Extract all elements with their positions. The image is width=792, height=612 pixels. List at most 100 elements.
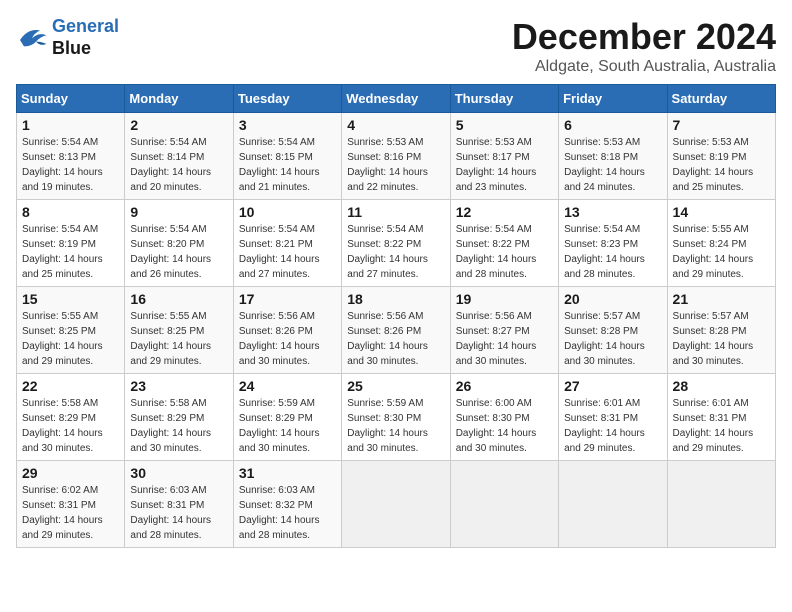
day-number: 1 — [22, 117, 119, 133]
calendar-cell — [667, 461, 775, 548]
calendar-cell: 17 Sunrise: 5:56 AM Sunset: 8:26 PM Dayl… — [233, 287, 341, 374]
calendar-header-row: SundayMondayTuesdayWednesdayThursdayFrid… — [17, 85, 776, 113]
day-number: 10 — [239, 204, 336, 220]
day-info: Sunrise: 5:56 AM Sunset: 8:27 PM Dayligh… — [456, 309, 553, 369]
calendar-cell: 24 Sunrise: 5:59 AM Sunset: 8:29 PM Dayl… — [233, 374, 341, 461]
day-number: 16 — [130, 291, 227, 307]
calendar-cell: 26 Sunrise: 6:00 AM Sunset: 8:30 PM Dayl… — [450, 374, 558, 461]
day-info: Sunrise: 6:00 AM Sunset: 8:30 PM Dayligh… — [456, 396, 553, 456]
day-info: Sunrise: 5:54 AM Sunset: 8:20 PM Dayligh… — [130, 222, 227, 282]
calendar-cell — [450, 461, 558, 548]
day-number: 19 — [456, 291, 553, 307]
calendar-title: December 2024 — [512, 16, 776, 58]
day-number: 28 — [673, 378, 770, 394]
calendar-cell: 19 Sunrise: 5:56 AM Sunset: 8:27 PM Dayl… — [450, 287, 558, 374]
day-info: Sunrise: 5:55 AM Sunset: 8:25 PM Dayligh… — [22, 309, 119, 369]
day-number: 23 — [130, 378, 227, 394]
day-number: 14 — [673, 204, 770, 220]
calendar-subtitle: Aldgate, South Australia, Australia — [512, 58, 776, 76]
calendar-body: 1 Sunrise: 5:54 AM Sunset: 8:13 PM Dayli… — [17, 113, 776, 548]
calendar-cell: 29 Sunrise: 6:02 AM Sunset: 8:31 PM Dayl… — [17, 461, 125, 548]
calendar-cell: 28 Sunrise: 6:01 AM Sunset: 8:31 PM Dayl… — [667, 374, 775, 461]
day-number: 4 — [347, 117, 444, 133]
calendar-cell: 21 Sunrise: 5:57 AM Sunset: 8:28 PM Dayl… — [667, 287, 775, 374]
header-monday: Monday — [125, 85, 233, 113]
day-number: 24 — [239, 378, 336, 394]
day-info: Sunrise: 5:53 AM Sunset: 8:19 PM Dayligh… — [673, 135, 770, 195]
day-info: Sunrise: 5:56 AM Sunset: 8:26 PM Dayligh… — [239, 309, 336, 369]
calendar-cell: 1 Sunrise: 5:54 AM Sunset: 8:13 PM Dayli… — [17, 113, 125, 200]
calendar-cell: 27 Sunrise: 6:01 AM Sunset: 8:31 PM Dayl… — [559, 374, 667, 461]
calendar-cell: 3 Sunrise: 5:54 AM Sunset: 8:15 PM Dayli… — [233, 113, 341, 200]
day-number: 20 — [564, 291, 661, 307]
calendar-cell: 5 Sunrise: 5:53 AM Sunset: 8:17 PM Dayli… — [450, 113, 558, 200]
calendar-cell: 4 Sunrise: 5:53 AM Sunset: 8:16 PM Dayli… — [342, 113, 450, 200]
day-info: Sunrise: 5:54 AM Sunset: 8:22 PM Dayligh… — [456, 222, 553, 282]
day-number: 8 — [22, 204, 119, 220]
day-info: Sunrise: 5:53 AM Sunset: 8:17 PM Dayligh… — [456, 135, 553, 195]
page-header: General Blue December 2024 Aldgate, Sout… — [16, 16, 776, 76]
day-number: 22 — [22, 378, 119, 394]
calendar-week-3: 15 Sunrise: 5:55 AM Sunset: 8:25 PM Dayl… — [17, 287, 776, 374]
day-number: 7 — [673, 117, 770, 133]
day-info: Sunrise: 5:55 AM Sunset: 8:24 PM Dayligh… — [673, 222, 770, 282]
day-info: Sunrise: 6:03 AM Sunset: 8:32 PM Dayligh… — [239, 483, 336, 543]
day-info: Sunrise: 5:54 AM Sunset: 8:14 PM Dayligh… — [130, 135, 227, 195]
day-info: Sunrise: 5:58 AM Sunset: 8:29 PM Dayligh… — [22, 396, 119, 456]
day-info: Sunrise: 5:54 AM Sunset: 8:22 PM Dayligh… — [347, 222, 444, 282]
calendar-cell: 23 Sunrise: 5:58 AM Sunset: 8:29 PM Dayl… — [125, 374, 233, 461]
day-info: Sunrise: 6:01 AM Sunset: 8:31 PM Dayligh… — [564, 396, 661, 456]
day-info: Sunrise: 6:01 AM Sunset: 8:31 PM Dayligh… — [673, 396, 770, 456]
day-number: 15 — [22, 291, 119, 307]
day-info: Sunrise: 5:54 AM Sunset: 8:13 PM Dayligh… — [22, 135, 119, 195]
calendar-cell: 20 Sunrise: 5:57 AM Sunset: 8:28 PM Dayl… — [559, 287, 667, 374]
calendar-cell: 18 Sunrise: 5:56 AM Sunset: 8:26 PM Dayl… — [342, 287, 450, 374]
header-tuesday: Tuesday — [233, 85, 341, 113]
day-number: 6 — [564, 117, 661, 133]
day-info: Sunrise: 5:57 AM Sunset: 8:28 PM Dayligh… — [564, 309, 661, 369]
calendar-cell: 22 Sunrise: 5:58 AM Sunset: 8:29 PM Dayl… — [17, 374, 125, 461]
calendar-cell: 2 Sunrise: 5:54 AM Sunset: 8:14 PM Dayli… — [125, 113, 233, 200]
day-number: 31 — [239, 465, 336, 481]
calendar-cell: 6 Sunrise: 5:53 AM Sunset: 8:18 PM Dayli… — [559, 113, 667, 200]
day-info: Sunrise: 5:54 AM Sunset: 8:21 PM Dayligh… — [239, 222, 336, 282]
calendar-cell — [559, 461, 667, 548]
logo-text: General Blue — [52, 16, 119, 59]
calendar-week-1: 1 Sunrise: 5:54 AM Sunset: 8:13 PM Dayli… — [17, 113, 776, 200]
day-number: 27 — [564, 378, 661, 394]
calendar-cell: 15 Sunrise: 5:55 AM Sunset: 8:25 PM Dayl… — [17, 287, 125, 374]
day-info: Sunrise: 5:54 AM Sunset: 8:19 PM Dayligh… — [22, 222, 119, 282]
header-friday: Friday — [559, 85, 667, 113]
calendar-cell: 14 Sunrise: 5:55 AM Sunset: 8:24 PM Dayl… — [667, 200, 775, 287]
day-info: Sunrise: 5:57 AM Sunset: 8:28 PM Dayligh… — [673, 309, 770, 369]
day-info: Sunrise: 5:54 AM Sunset: 8:23 PM Dayligh… — [564, 222, 661, 282]
calendar-cell: 9 Sunrise: 5:54 AM Sunset: 8:20 PM Dayli… — [125, 200, 233, 287]
calendar-cell: 12 Sunrise: 5:54 AM Sunset: 8:22 PM Dayl… — [450, 200, 558, 287]
day-number: 9 — [130, 204, 227, 220]
day-info: Sunrise: 5:53 AM Sunset: 8:18 PM Dayligh… — [564, 135, 661, 195]
calendar-cell: 30 Sunrise: 6:03 AM Sunset: 8:31 PM Dayl… — [125, 461, 233, 548]
calendar-cell: 16 Sunrise: 5:55 AM Sunset: 8:25 PM Dayl… — [125, 287, 233, 374]
day-info: Sunrise: 5:59 AM Sunset: 8:29 PM Dayligh… — [239, 396, 336, 456]
calendar-week-2: 8 Sunrise: 5:54 AM Sunset: 8:19 PM Dayli… — [17, 200, 776, 287]
day-info: Sunrise: 6:02 AM Sunset: 8:31 PM Dayligh… — [22, 483, 119, 543]
header-wednesday: Wednesday — [342, 85, 450, 113]
day-info: Sunrise: 5:56 AM Sunset: 8:26 PM Dayligh… — [347, 309, 444, 369]
title-area: December 2024 Aldgate, South Australia, … — [512, 16, 776, 76]
calendar-week-4: 22 Sunrise: 5:58 AM Sunset: 8:29 PM Dayl… — [17, 374, 776, 461]
day-info: Sunrise: 5:55 AM Sunset: 8:25 PM Dayligh… — [130, 309, 227, 369]
day-number: 30 — [130, 465, 227, 481]
day-info: Sunrise: 6:03 AM Sunset: 8:31 PM Dayligh… — [130, 483, 227, 543]
day-number: 5 — [456, 117, 553, 133]
logo: General Blue — [16, 16, 119, 59]
day-number: 2 — [130, 117, 227, 133]
calendar-cell: 7 Sunrise: 5:53 AM Sunset: 8:19 PM Dayli… — [667, 113, 775, 200]
day-info: Sunrise: 5:58 AM Sunset: 8:29 PM Dayligh… — [130, 396, 227, 456]
logo-icon — [16, 24, 48, 52]
calendar-cell: 25 Sunrise: 5:59 AM Sunset: 8:30 PM Dayl… — [342, 374, 450, 461]
calendar-table: SundayMondayTuesdayWednesdayThursdayFrid… — [16, 84, 776, 548]
calendar-cell: 13 Sunrise: 5:54 AM Sunset: 8:23 PM Dayl… — [559, 200, 667, 287]
calendar-cell: 11 Sunrise: 5:54 AM Sunset: 8:22 PM Dayl… — [342, 200, 450, 287]
calendar-week-5: 29 Sunrise: 6:02 AM Sunset: 8:31 PM Dayl… — [17, 461, 776, 548]
day-number: 21 — [673, 291, 770, 307]
